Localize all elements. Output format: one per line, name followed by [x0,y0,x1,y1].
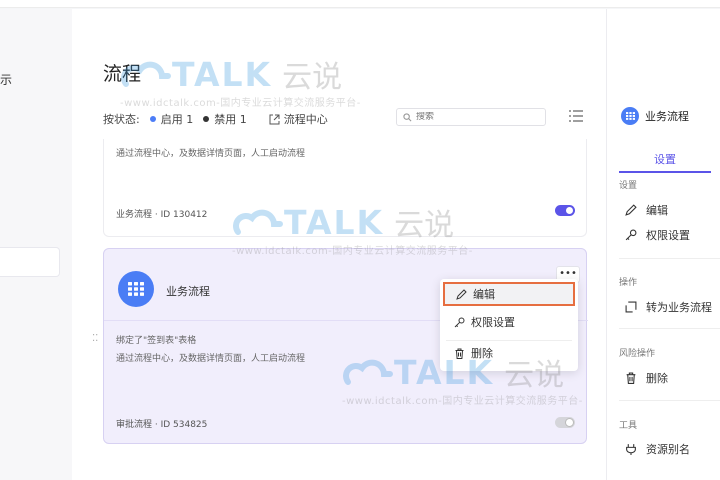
filter-disabled-count: 1 [239,113,247,126]
key-icon [454,317,465,327]
flow-card[interactable]: 通过流程中心，及数据详情页面，人工启动流程 业务流程 · ID 130412 [103,139,587,237]
grid-app-icon [118,271,154,307]
panel-item-delete[interactable]: 删除 [625,370,668,386]
panel-item-convert[interactable]: 转为业务流程 [625,299,712,315]
flow-card-description: 通过流程中心，及数据详情页面，人工启动流程 [116,354,306,364]
panel-item-label: 转为业务流程 [646,301,712,314]
menu-item-label: 删除 [471,347,493,360]
drag-handle-icon[interactable]: ⁚⁚ [92,334,100,344]
flow-enabled-toggle[interactable] [555,417,575,428]
filter-disabled-label: 禁用 [214,113,237,126]
filter-enabled-label: 启用 [160,113,183,126]
flow-enabled-toggle[interactable] [555,205,575,216]
tab-settings[interactable]: 设置 [619,151,711,173]
pencil-icon [456,288,467,300]
panel-item-label: 权限设置 [646,229,690,242]
panel-item-label: 编辑 [646,204,668,217]
flow-card-meta: 审批流程 · ID 534825 [116,420,208,430]
detail-panel: 业务流程 设置 设置 编辑 权限设置 操作 转为业务流程 风险操作 删除 工具 … [606,9,720,480]
detail-panel-header: 业务流程 [621,107,689,125]
section-risk: 风险操作 [619,349,656,359]
status-filter-label: 按状态: [103,113,140,126]
main-content: 流程 按状态: 启用 1 禁用 1 流程中心 通过流程中心，及数据详情页面，人工… [72,9,606,480]
disabled-dot-icon [203,116,210,122]
flow-card-description: 通过流程中心，及数据详情页面，人工启动流程 [116,149,306,159]
menu-item-delete[interactable]: 删除 [443,341,575,365]
section-settings: 设置 [619,181,638,191]
enabled-dot-icon [149,116,156,122]
menu-item-permissions[interactable]: 权限设置 [443,310,575,334]
key-icon [625,229,637,241]
left-sidebar: 示 [0,9,72,480]
panel-item-label: 资源别名 [646,443,690,456]
pencil-icon [625,204,637,216]
status-filter: 按状态: 启用 1 禁用 1 流程中心 [103,110,328,128]
sidebar-item-label[interactable]: 示 [0,71,12,88]
convert-icon [625,301,637,313]
filter-enabled[interactable]: 启用 1 [161,111,194,127]
trash-icon [455,348,464,359]
top-bar [0,0,720,8]
section-divider [619,400,720,401]
external-link-icon [269,114,280,124]
plug-icon [626,444,636,455]
panel-item-alias[interactable]: 资源别名 [625,441,690,457]
section-tools: 工具 [619,421,638,431]
list-view-icon[interactable] [569,110,583,122]
flow-center-link[interactable]: 流程中心 [269,111,328,127]
flow-card-binding: 绑定了"签到表"表格 [116,336,197,346]
menu-item-label: 权限设置 [471,316,515,329]
search-input[interactable] [416,112,536,122]
filter-disabled[interactable]: 禁用 1 [214,111,247,127]
menu-item-edit[interactable]: 编辑 [443,282,575,306]
search-box[interactable] [396,108,546,126]
flow-center-label: 流程中心 [283,113,328,126]
filter-enabled-count: 1 [186,113,194,126]
search-icon [403,112,412,121]
context-menu: 编辑 权限设置 删除 [440,279,578,371]
flow-card-title: 业务流程 [166,285,210,298]
panel-item-edit[interactable]: 编辑 [625,202,668,218]
trash-icon [626,372,636,384]
section-divider [619,258,720,259]
flow-card-meta: 业务流程 · ID 130412 [116,210,208,220]
panel-item-label: 删除 [646,372,668,385]
sidebar-item-active[interactable] [0,247,60,277]
menu-item-label: 编辑 [473,288,495,301]
section-operations: 操作 [619,278,638,288]
detail-panel-title: 业务流程 [645,110,689,123]
section-divider [619,328,720,329]
grid-app-icon [621,107,639,125]
page-title: 流程 [103,63,142,85]
panel-item-permissions[interactable]: 权限设置 [625,227,690,243]
